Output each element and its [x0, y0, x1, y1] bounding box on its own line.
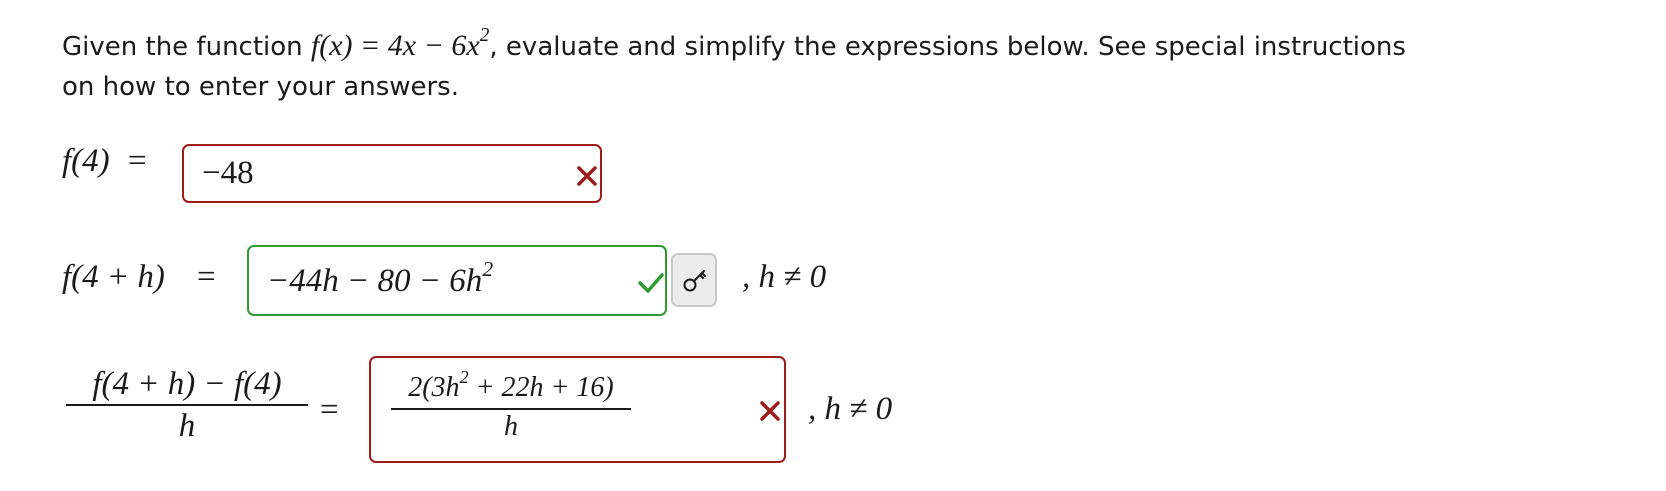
- question-3-answer-denominator: h: [504, 411, 518, 442]
- question-2-equals: =: [197, 259, 216, 295]
- question-3-label-denominator: h: [178, 408, 196, 444]
- question-2-answer-field[interactable]: −44h − 80 − 6h2: [247, 245, 667, 316]
- question-3-label-numerator: f(4 + h) − f(4): [92, 366, 282, 402]
- question-1-label: f(4): [62, 143, 110, 179]
- question-3-label: f(4 + h) − f(4) h: [66, 364, 308, 446]
- function-exponent: 2: [479, 25, 490, 47]
- question-2-answer-value: −44h − 80 − 6h2: [267, 256, 494, 299]
- prompt-text-before: Given the function: [62, 32, 311, 62]
- question-3-condition: , h ≠ 0: [808, 391, 893, 427]
- key-icon: [683, 270, 706, 292]
- function-expression: f(x) = 4x − 6x2: [310, 25, 490, 62]
- question-3-answer-value: 2(3h2 + 22h + 16) h: [391, 368, 631, 444]
- incorrect-x-icon: [760, 401, 780, 421]
- question-3-equals: =: [320, 392, 339, 428]
- incorrect-x-icon: [577, 166, 597, 186]
- question-2-condition: , h ≠ 0: [742, 259, 827, 295]
- view-answer-key-button[interactable]: [671, 253, 717, 307]
- problem-statement: Given the function f(x) = 4x − 6x2, eval…: [62, 26, 1422, 107]
- correct-check-icon: [638, 273, 664, 293]
- question-2-label: f(4 + h): [62, 259, 165, 295]
- question-3-answer-field[interactable]: 2(3h2 + 22h + 16) h: [369, 356, 786, 463]
- question-1-equals: =: [128, 143, 147, 179]
- question-1-answer-field[interactable]: −48: [182, 144, 602, 203]
- question-3-answer-numerator: 2(3h2 + 22h + 16): [408, 366, 614, 403]
- question-1-answer-value: −48: [202, 155, 254, 191]
